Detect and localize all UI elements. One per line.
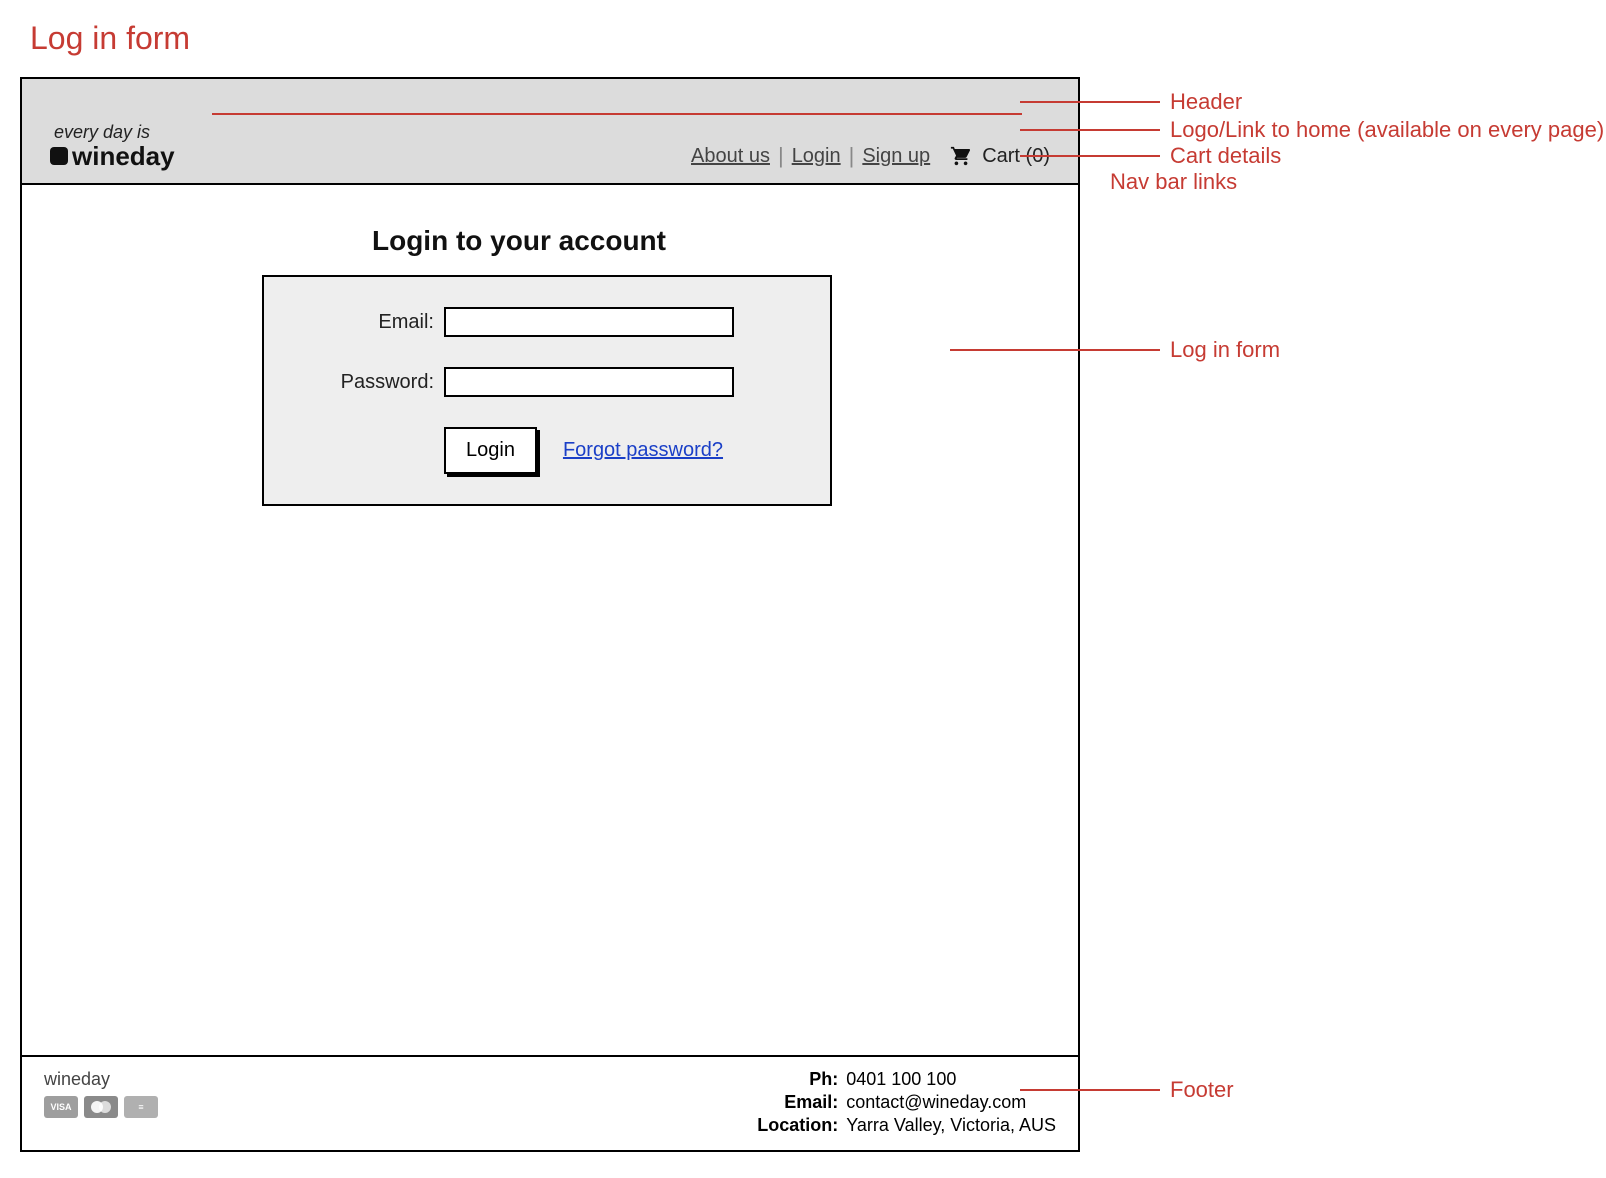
nav-about-link[interactable]: About us xyxy=(691,145,770,168)
logo-home-link[interactable]: every day is wineday xyxy=(50,123,175,169)
annotation-footer: Footer xyxy=(1170,1077,1234,1103)
login-form: Email: Password: Login Forgot password? xyxy=(262,275,832,506)
annotation-nav: Nav bar links xyxy=(1110,169,1237,195)
footer-ph-label: Ph: xyxy=(748,1069,838,1090)
email-field[interactable] xyxy=(444,307,734,337)
amex-icon: ≡ xyxy=(124,1096,158,1118)
nav-separator: | xyxy=(849,143,855,169)
visa-icon: VISA xyxy=(44,1096,78,1118)
logo-brand: wineday xyxy=(72,143,175,169)
footer: wineday VISA ≡ Ph: 0401 100 100 Email: c… xyxy=(22,1055,1078,1150)
login-button[interactable]: Login xyxy=(444,427,537,474)
logo-tagline: every day is xyxy=(54,123,175,141)
cart-label: Cart xyxy=(982,145,1020,167)
browser-frame: every day is wineday About us | Login | … xyxy=(20,77,1080,1152)
logo-icon xyxy=(50,147,68,165)
nav-login-link[interactable]: Login xyxy=(792,145,841,168)
payment-cards: VISA ≡ xyxy=(44,1096,158,1118)
annotation-header: Header xyxy=(1170,89,1242,115)
login-heading: Login to your account xyxy=(372,225,1078,257)
forgot-password-link[interactable]: Forgot password? xyxy=(563,439,723,462)
nav-separator: | xyxy=(778,143,784,169)
footer-brand: wineday xyxy=(44,1069,158,1090)
annotation-cart: Cart details xyxy=(1170,143,1281,169)
password-field[interactable] xyxy=(444,367,734,397)
footer-location-value: Yarra Valley, Victoria, AUS xyxy=(846,1115,1056,1136)
footer-email-label: Email: xyxy=(748,1092,838,1113)
annotation-leader-logo xyxy=(212,113,1022,115)
footer-location-label: Location: xyxy=(748,1115,838,1136)
footer-email-value: contact@wineday.com xyxy=(846,1092,1026,1113)
annotation-form: Log in form xyxy=(1170,337,1280,363)
header: every day is wineday About us | Login | … xyxy=(22,79,1078,185)
email-label: Email: xyxy=(304,311,434,334)
cart-icon xyxy=(948,145,974,167)
nav-signup-link[interactable]: Sign up xyxy=(862,145,930,168)
page-title: Log in form xyxy=(30,20,1586,57)
mastercard-icon xyxy=(84,1096,118,1118)
password-label: Password: xyxy=(304,371,434,394)
footer-ph-value: 0401 100 100 xyxy=(846,1069,956,1090)
main-content: Login to your account Email: Password: L… xyxy=(22,185,1078,1055)
annotation-logo: Logo/Link to home (available on every pa… xyxy=(1170,117,1604,143)
nav-bar: About us | Login | Sign up Cart (0) xyxy=(691,143,1050,169)
